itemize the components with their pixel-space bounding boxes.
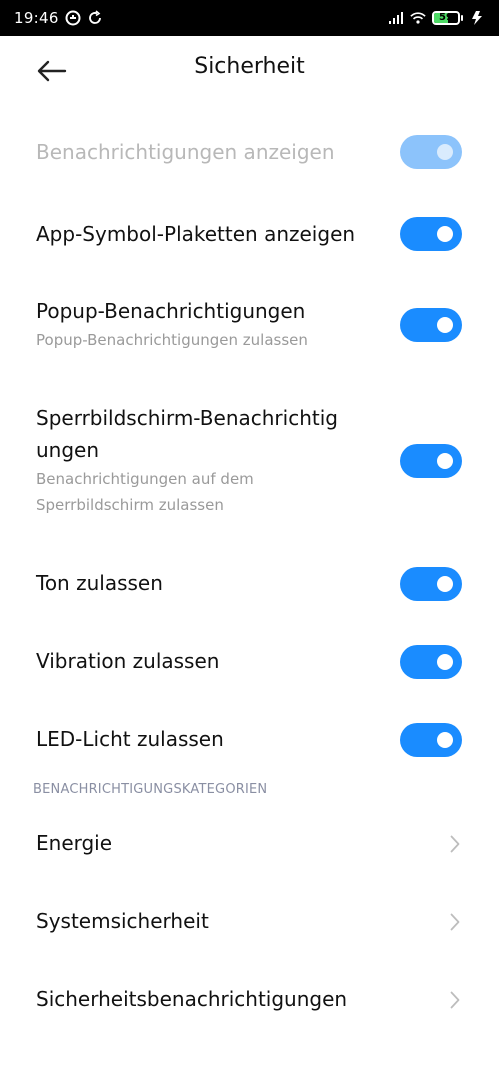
toggle-knob: [437, 654, 453, 670]
status-bar-right: 59: [388, 10, 485, 26]
status-time: 19:46: [14, 9, 59, 27]
battery-cap: [461, 15, 463, 21]
setting-title: Benachrichtigungen anzeigen: [36, 140, 335, 164]
chevron-right-icon: [447, 834, 463, 854]
toggle-show-notifications[interactable]: [400, 135, 462, 169]
setting-title: LED-Licht zulassen: [36, 727, 224, 751]
category-item-sicherheitsbenachrichtigungen[interactable]: Sicherheitsbenachrichtigungen: [0, 983, 499, 1017]
setting-title: Vibration zulassen: [36, 649, 220, 673]
setting-title: Ton zulassen: [36, 571, 163, 595]
toggle-knob: [437, 732, 453, 748]
battery-icon: 59: [432, 11, 463, 25]
status-bar-left: 19:46: [14, 9, 103, 27]
status-bar: 19:46 59: [0, 0, 499, 36]
category-item-energie[interactable]: Energie: [0, 827, 499, 861]
toggle-allow-sound[interactable]: [400, 567, 462, 601]
toggle-knob: [437, 317, 453, 333]
setting-title-line2: ungen: [36, 438, 100, 462]
toggle-knob: [437, 226, 453, 242]
category-label: Sicherheitsbenachrichtigungen: [36, 987, 348, 1011]
toggle-popup-notifications[interactable]: [400, 308, 462, 342]
toggle-knob: [437, 453, 453, 469]
battery-level: 59: [439, 12, 453, 23]
category-label: Energie: [36, 831, 113, 855]
setting-subtitle-line1: Benachrichtigungen auf dem: [36, 470, 254, 488]
toggle-allow-vibration[interactable]: [400, 645, 462, 679]
toggle-app-badges[interactable]: [400, 217, 462, 251]
sync-icon: [87, 10, 103, 26]
setting-title-line1: Sperrbildschirm-Benachrichtig: [36, 406, 338, 430]
category-item-systemsicherheit[interactable]: Systemsicherheit: [0, 905, 499, 939]
toggle-knob: [437, 144, 453, 160]
setting-title: Popup-Benachrichtigungen: [36, 299, 306, 323]
toggle-knob: [437, 576, 453, 592]
setting-title: App-Symbol-Plaketten anzeigen: [36, 222, 356, 246]
toggle-allow-led[interactable]: [400, 723, 462, 757]
charging-icon: [469, 10, 485, 26]
battery-body: 59: [432, 11, 460, 25]
section-header-categories: BENACHRICHTIGUNGSKATEGORIEN: [33, 782, 268, 797]
notification-icon: [65, 10, 81, 26]
chevron-right-icon: [447, 990, 463, 1010]
signal-icon: [388, 10, 404, 26]
app-header: Sicherheit: [0, 36, 499, 106]
category-label: Systemsicherheit: [36, 909, 209, 933]
chevron-right-icon: [447, 912, 463, 932]
setting-subtitle-line2: Sperrbildschirm zulassen: [36, 496, 224, 514]
page-title: Sicherheit: [194, 54, 305, 79]
toggle-lockscreen-notifications[interactable]: [400, 444, 462, 478]
setting-subtitle: Popup-Benachrichtigungen zulassen: [36, 331, 308, 349]
wifi-icon: [410, 10, 426, 26]
